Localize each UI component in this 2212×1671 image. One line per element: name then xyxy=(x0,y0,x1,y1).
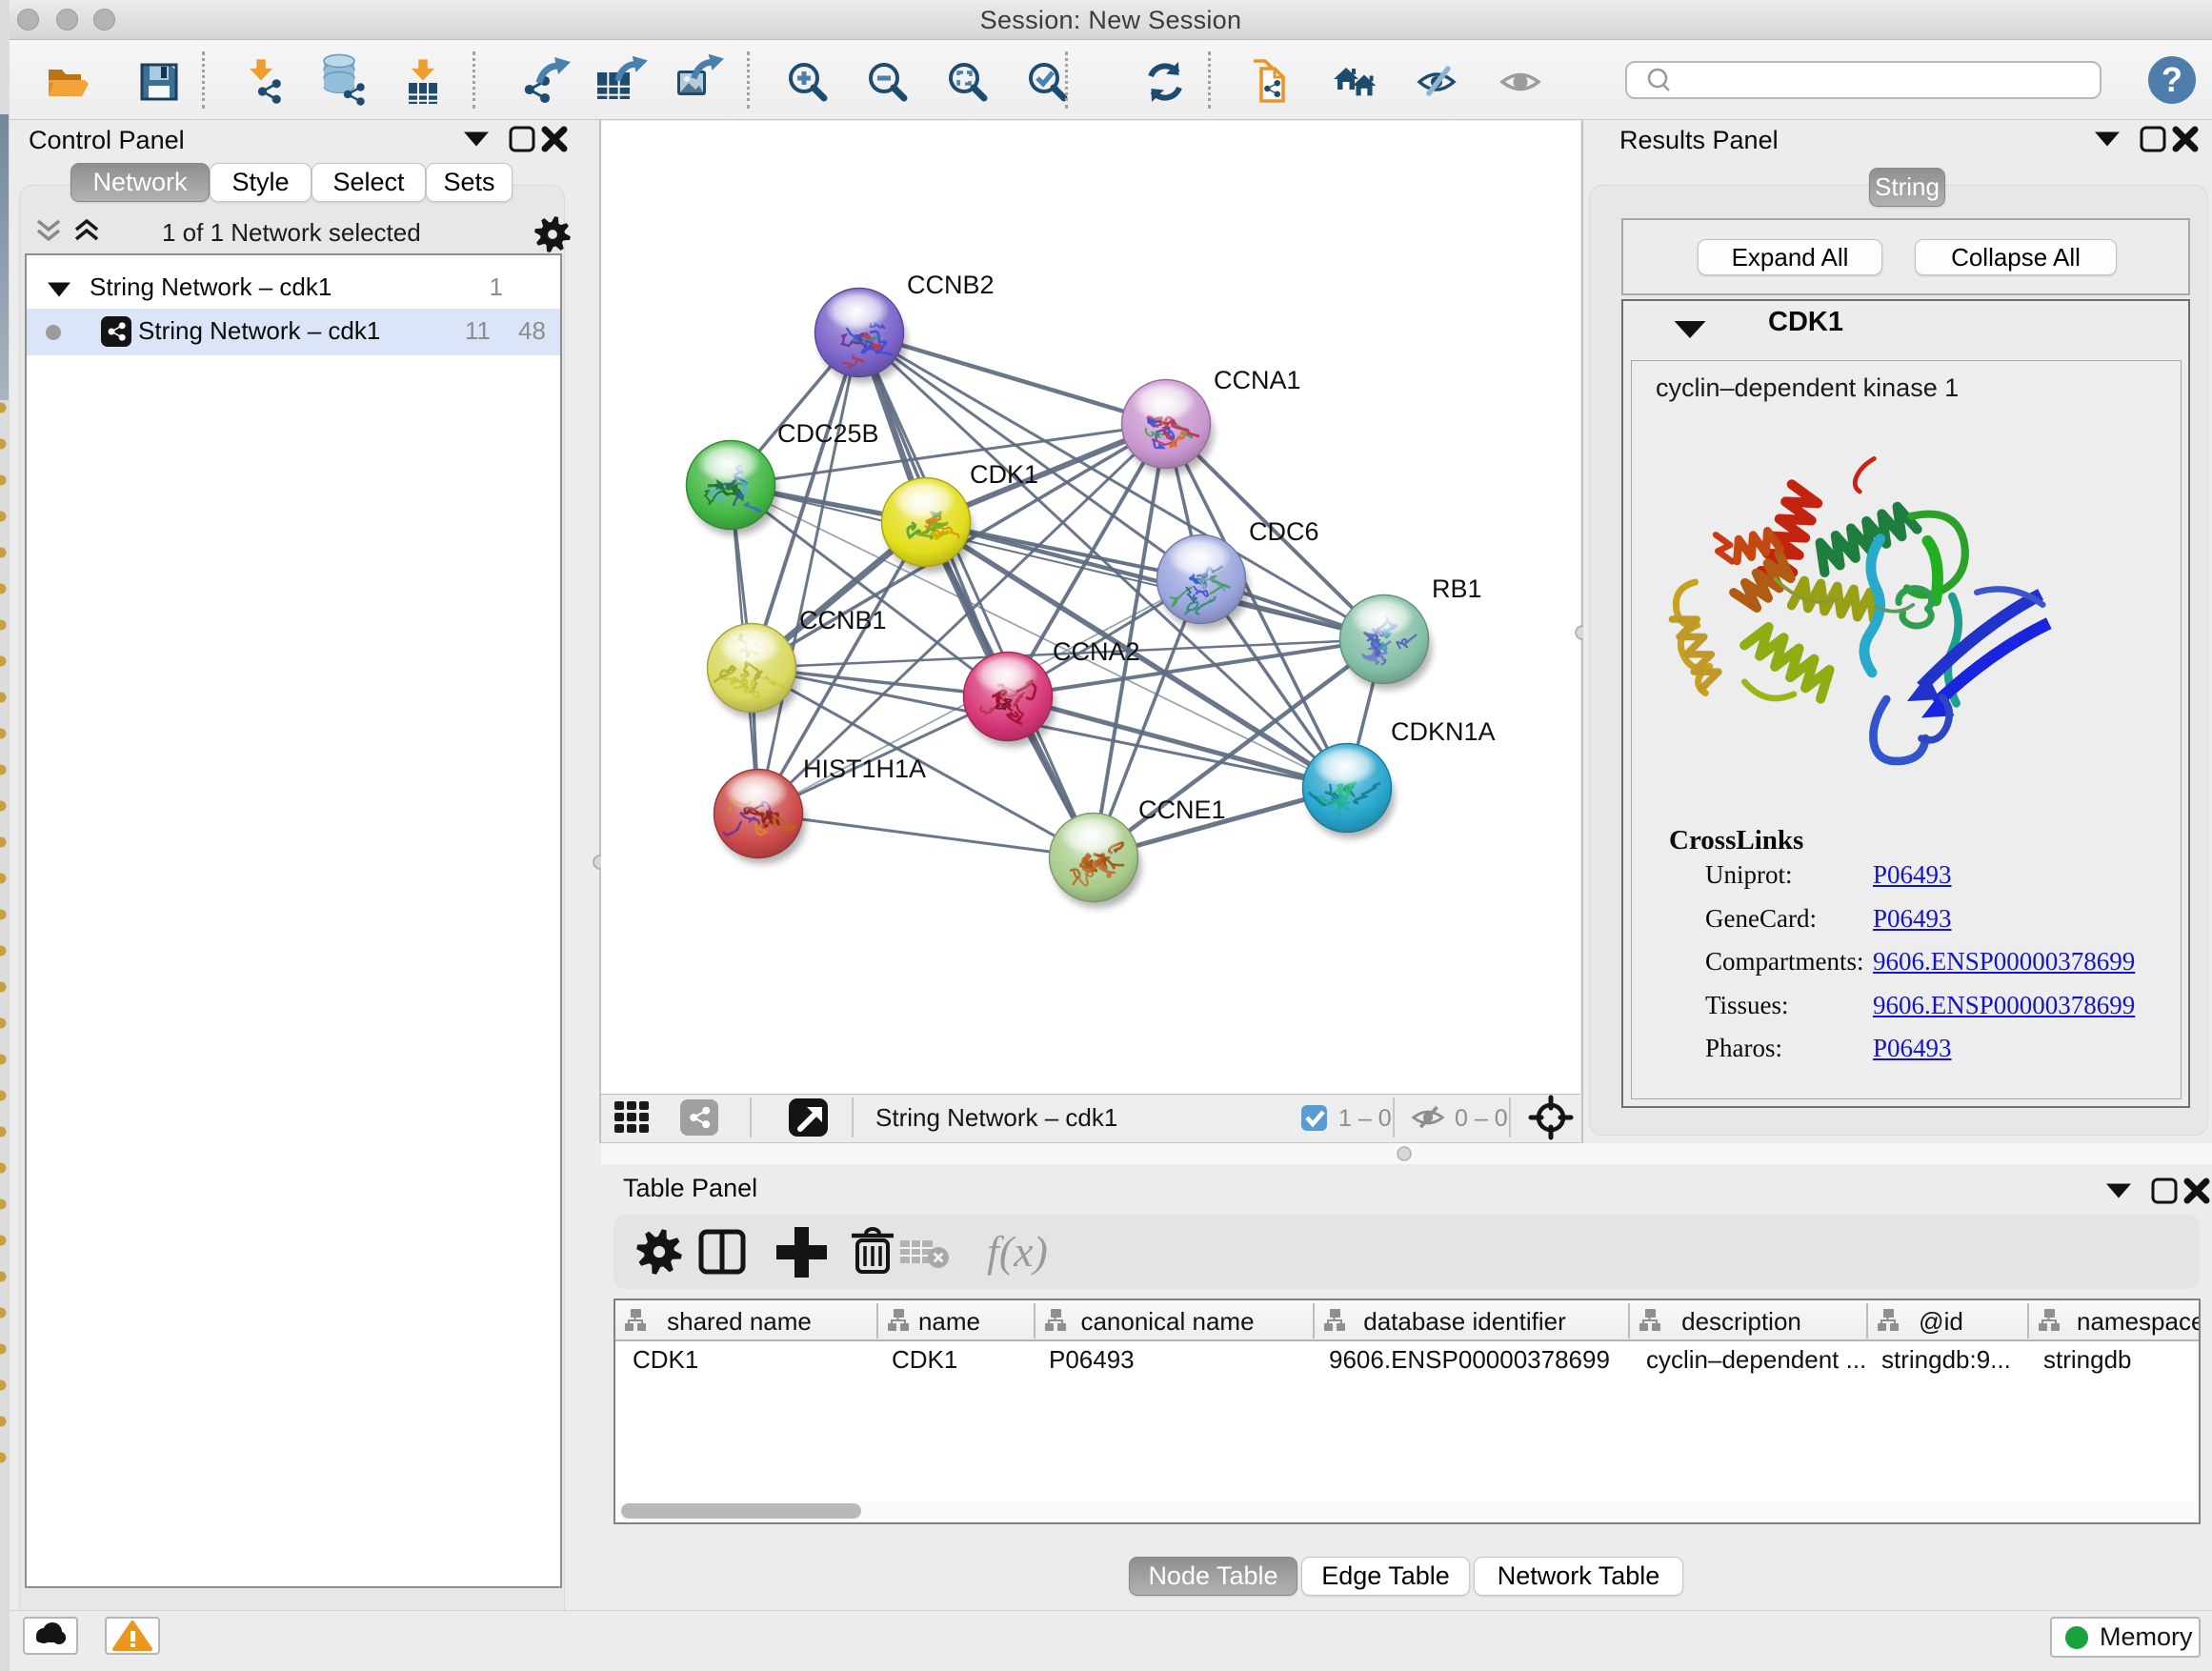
svg-text:RB1: RB1 xyxy=(1432,574,1482,603)
svg-text:CCNA1: CCNA1 xyxy=(1214,366,1301,394)
svg-text:CDC25B: CDC25B xyxy=(777,419,879,448)
svg-text:CDKN1A: CDKN1A xyxy=(1391,717,1496,746)
svg-text:CCNA2: CCNA2 xyxy=(1053,637,1140,666)
svg-text:CCNB1: CCNB1 xyxy=(799,606,887,634)
svg-text:CDK1: CDK1 xyxy=(970,460,1038,489)
svg-text:f(x): f(x) xyxy=(987,1227,1048,1276)
svg-text:HIST1H1A: HIST1H1A xyxy=(803,755,926,783)
svg-text:CCNB2: CCNB2 xyxy=(907,271,995,299)
svg-text:?: ? xyxy=(2162,60,2182,99)
svg-text:CDC6: CDC6 xyxy=(1249,517,1319,546)
svg-text:CCNE1: CCNE1 xyxy=(1138,795,1226,824)
